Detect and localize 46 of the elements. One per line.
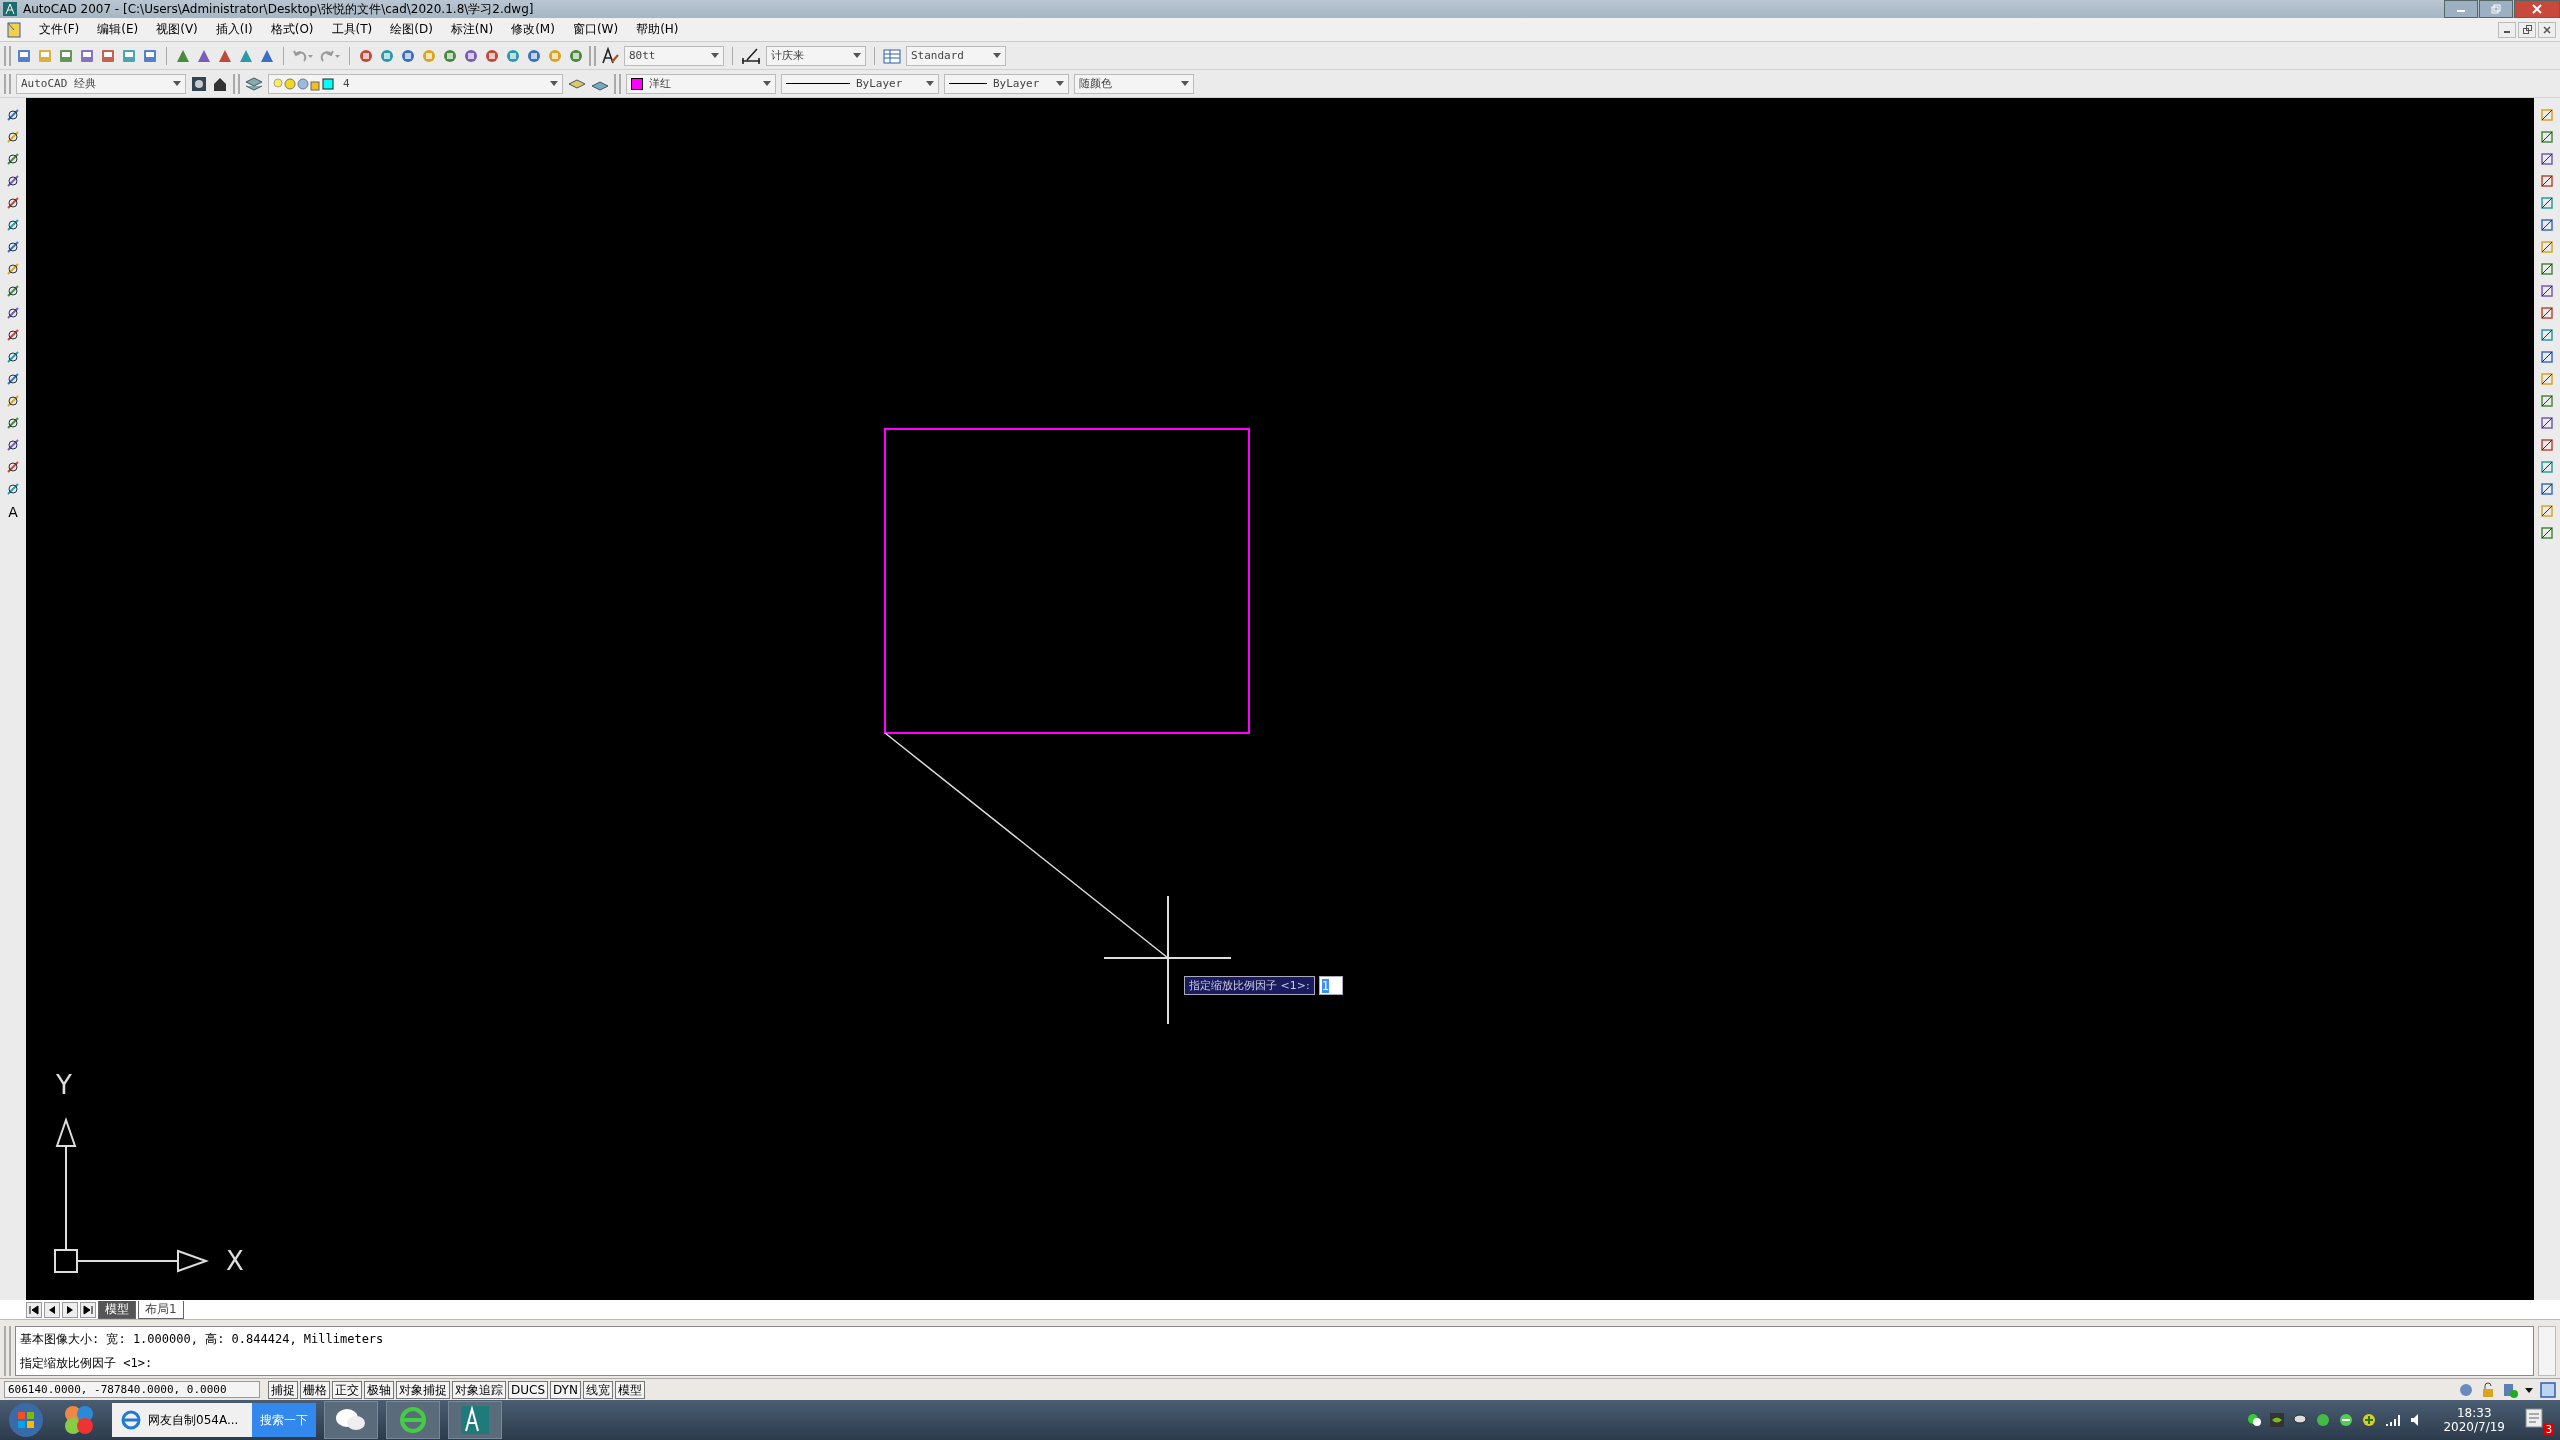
status-toggle-button[interactable]: 极轴 <box>364 1380 394 1399</box>
notification-badge: 3 <box>2543 1424 2554 1435</box>
drawing-canvas[interactable]: Y X 指定缩放比例因子 <1>: 1 <box>26 98 2534 1300</box>
text-style-dropdown[interactable]: 80tt <box>624 45 724 66</box>
command-line: 基本图像大小: 宽: 1.000000, 高: 0.844424, Millimeters <box>20 1330 385 1348</box>
x-axis-label: X <box>226 1246 244 1276</box>
menu-item[interactable]: 绘图(D) <box>381 21 442 38</box>
status-toggle-button[interactable]: DUCS <box>508 1380 549 1399</box>
window-title: AutoCAD 2007 - [C:\Users\Administrator\Desktop\张悦的文件\cad\2020.1.8\学习2.dwg] <box>23 0 534 18</box>
menu-item[interactable]: 标注(N) <box>441 21 503 38</box>
linetype-dropdown[interactable]: ByLayer <box>781 73 939 94</box>
layout-tab[interactable]: 模型 <box>98 1300 136 1319</box>
multiline-text-tool[interactable]: A <box>8 504 18 520</box>
search-button[interactable]: 搜索一下 <box>252 1403 316 1437</box>
status-toggle-button[interactable]: 线宽 <box>582 1380 613 1399</box>
menu-item[interactable]: 修改(M) <box>502 21 564 38</box>
plot-style-dropdown[interactable]: 随颜色 <box>1074 73 1194 94</box>
status-toggle-button[interactable]: 对象追踪 <box>452 1380 506 1399</box>
workspace-dropdown[interactable]: AutoCAD 经典 <box>16 73 186 94</box>
status-toggle-button[interactable]: 栅格 <box>300 1380 330 1399</box>
status-toggle-button[interactable]: 捕捉 <box>268 1380 298 1399</box>
menu-item[interactable]: 帮助(H) <box>627 21 688 38</box>
clock-date[interactable]: 2020/7/19 <box>2443 1420 2505 1434</box>
menu-item[interactable]: 窗口(W) <box>563 21 628 38</box>
menu-item[interactable]: 文件(F) <box>30 21 89 38</box>
dimension-style-dropdown[interactable]: 计庆来 <box>766 45 866 66</box>
menu-item[interactable]: 编辑(E) <box>88 21 148 38</box>
y-axis-label: Y <box>56 1070 72 1100</box>
menu-item[interactable]: 格式(O) <box>261 21 323 38</box>
menu-item[interactable]: 工具(T) <box>322 21 382 38</box>
status-toggle-button[interactable]: 正交 <box>332 1380 362 1399</box>
menu-item[interactable]: 插入(I) <box>206 21 262 38</box>
layer-dropdown[interactable]: 4 <box>268 73 563 94</box>
command-line: 指定缩放比例因子 <1>: <box>20 1354 154 1372</box>
coordinates-display: 606140.0000, -787840.0000, 0.0000 <box>4 1381 260 1398</box>
status-toggle-button[interactable]: 对象捕捉 <box>396 1380 450 1399</box>
table-style-dropdown[interactable]: Standard <box>906 45 1006 66</box>
layout-tab[interactable]: 布局1 <box>138 1300 184 1319</box>
lineweight-dropdown[interactable]: ByLayer <box>944 73 1069 94</box>
dynamic-input-prompt: 指定缩放比例因子 <1>: <box>1184 976 1315 995</box>
browser-taskbar-button[interactable]: 网友自制054A... <box>112 1403 252 1437</box>
clock-time[interactable]: 18:33 <box>2456 1406 2492 1420</box>
status-toggle-button[interactable]: 模型 <box>614 1380 645 1399</box>
menu-item[interactable]: 视图(V) <box>147 21 207 38</box>
color-dropdown[interactable]: 洋红 <box>626 73 776 94</box>
status-toggle-button[interactable]: DYN <box>550 1380 581 1399</box>
